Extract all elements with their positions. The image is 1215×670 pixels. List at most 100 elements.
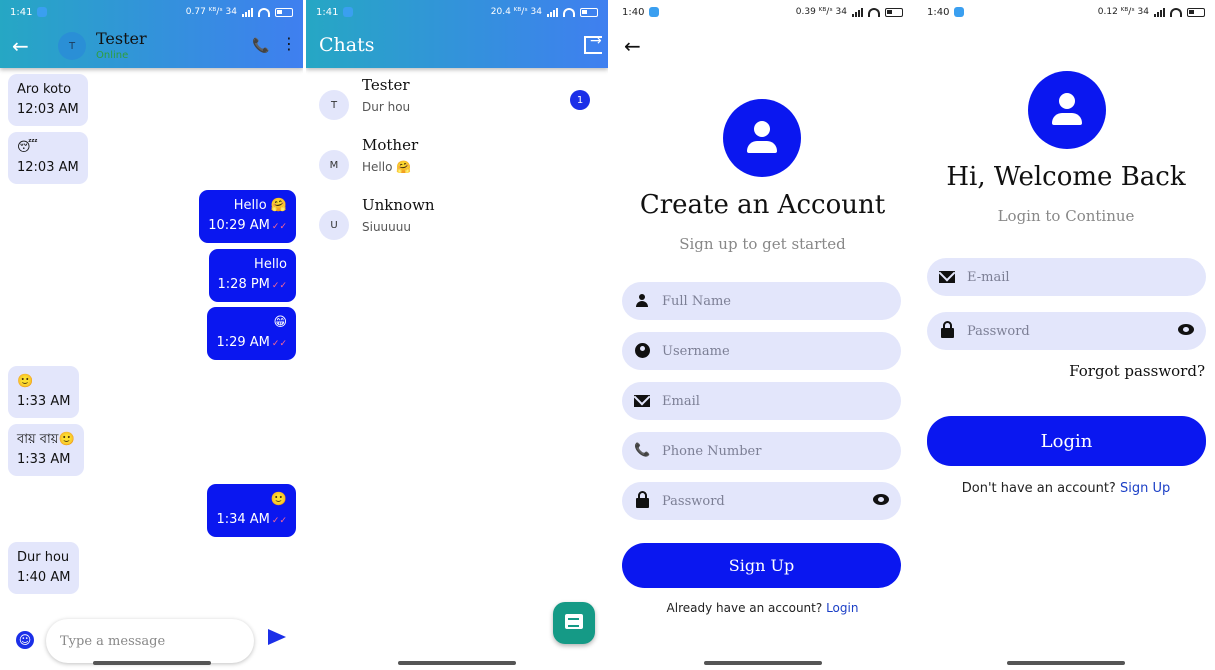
chat-list-item[interactable]: M Mother Hello 🤗 bbox=[306, 136, 608, 194]
contact-status: Online bbox=[96, 50, 129, 61]
page-title: Hi, Welcome Back bbox=[946, 162, 1186, 192]
battery-icon bbox=[1187, 7, 1205, 17]
signal-icon bbox=[852, 7, 863, 17]
signup-prompt: Don't have an account? Sign Up bbox=[917, 481, 1215, 496]
avatar: T bbox=[319, 90, 349, 120]
page-subtitle: Login to Continue bbox=[997, 207, 1135, 225]
gesture-bar bbox=[398, 661, 516, 665]
message-bubble[interactable]: 😁 1:29 AM ✓✓ bbox=[207, 307, 296, 360]
emoji-icon[interactable]: ☺ bbox=[16, 631, 34, 649]
login-link[interactable]: Login bbox=[826, 601, 858, 615]
message-time: 1:33 AM bbox=[17, 452, 71, 467]
network-speed: 20.4 ᴷᴮ/ˢ 34 bbox=[490, 7, 542, 17]
email-field[interactable] bbox=[622, 382, 901, 420]
avatar: M bbox=[319, 150, 349, 180]
message-input[interactable] bbox=[46, 619, 254, 663]
phone-input[interactable] bbox=[662, 432, 862, 470]
full-name-input[interactable] bbox=[662, 282, 862, 320]
message-bubble[interactable]: Hello 🤗 10:29 AM ✓✓ bbox=[199, 190, 296, 243]
message-bubble[interactable]: 😴 12:03 AM bbox=[8, 132, 88, 184]
battery-icon bbox=[275, 7, 293, 17]
gesture-bar bbox=[703, 661, 822, 665]
message-text: Hello 🤗 bbox=[233, 198, 287, 213]
chat-list-item[interactable]: U Unknown Siuuuuu bbox=[306, 196, 608, 254]
username-input[interactable] bbox=[662, 332, 862, 370]
message-bubble[interactable]: Dur hou 1:40 AM bbox=[8, 542, 80, 594]
message-bubble[interactable]: বায় বায়🙂 1:33 AM bbox=[8, 424, 84, 476]
chat-list-item[interactable]: T Tester Dur hou 1 bbox=[306, 76, 608, 134]
wifi-icon bbox=[1170, 7, 1182, 17]
phone-field[interactable]: 📞 bbox=[622, 432, 901, 470]
chat-screen: 1:41 0.77 ᴷᴮ/ˢ 34 ← T Tester Online 📞 ⋮ … bbox=[0, 0, 303, 670]
mail-icon bbox=[634, 393, 650, 409]
wifi-icon bbox=[563, 7, 575, 17]
profile-avatar-icon bbox=[723, 99, 801, 177]
send-icon[interactable] bbox=[268, 629, 286, 645]
message-bubble[interactable]: 🙂 1:34 AM ✓✓ bbox=[207, 484, 296, 537]
phone-icon: 📞 bbox=[634, 443, 651, 458]
message-time: 1:28 PM bbox=[217, 277, 270, 292]
read-ticks-icon: ✓✓ bbox=[271, 281, 287, 291]
status-time: 1:40 bbox=[927, 6, 950, 18]
new-chat-fab-icon[interactable] bbox=[553, 602, 595, 644]
email-field[interactable] bbox=[927, 258, 1206, 296]
gesture-bar bbox=[92, 661, 211, 665]
battery-icon bbox=[580, 7, 598, 17]
message-time: 12:03 AM bbox=[17, 160, 79, 175]
message-text: 🙂 bbox=[17, 374, 34, 389]
message-bubble[interactable]: 🙂 1:33 AM bbox=[8, 366, 80, 418]
status-bar: 1:41 0.77 ᴷᴮ/ˢ 34 bbox=[0, 0, 303, 24]
email-input[interactable] bbox=[967, 258, 1167, 296]
message-time: 1:34 AM bbox=[216, 512, 270, 527]
message-bubble[interactable]: Hello 1:28 PM ✓✓ bbox=[208, 249, 296, 302]
battery-icon bbox=[885, 7, 903, 17]
status-bar: 1:41 20.4 ᴷᴮ/ˢ 34 bbox=[306, 0, 608, 24]
network-speed: 0.12 ᴷᴮ/ˢ 34 bbox=[1097, 7, 1149, 17]
email-input[interactable] bbox=[662, 382, 862, 420]
signup-link[interactable]: Sign Up bbox=[1120, 481, 1170, 496]
message-bubble[interactable]: Aro koto 12:03 AM bbox=[8, 74, 88, 126]
message-time: 10:29 AM bbox=[208, 218, 270, 233]
avatar: U bbox=[319, 210, 349, 240]
full-name-field[interactable] bbox=[622, 282, 901, 320]
person-icon bbox=[634, 293, 650, 309]
wifi-icon bbox=[868, 7, 880, 17]
message-time: 1:33 AM bbox=[17, 394, 71, 409]
signup-screen: 1:40 0.39 ᴷᴮ/ˢ 34 ← Create an Account Si… bbox=[612, 0, 913, 670]
back-arrow-icon[interactable]: ← bbox=[12, 36, 29, 56]
notification-icon bbox=[37, 7, 48, 17]
chats-list-screen: 1:41 20.4 ᴷᴮ/ˢ 34 Chats T Tester Dur hou… bbox=[306, 0, 608, 670]
network-speed: 0.77 ᴷᴮ/ˢ 34 bbox=[185, 7, 237, 17]
status-time: 1:40 bbox=[622, 6, 645, 18]
notification-icon bbox=[954, 7, 965, 17]
password-input[interactable] bbox=[662, 482, 862, 520]
logout-icon[interactable] bbox=[584, 33, 602, 54]
login-button[interactable]: Login bbox=[927, 416, 1206, 466]
status-bar: 1:40 0.12 ᴷᴮ/ˢ 34 bbox=[917, 0, 1215, 24]
message-time: 1:40 AM bbox=[17, 570, 71, 585]
password-field[interactable] bbox=[622, 482, 901, 520]
status-time: 1:41 bbox=[316, 6, 339, 18]
visibility-icon[interactable] bbox=[1178, 324, 1194, 335]
login-screen: 1:40 0.12 ᴷᴮ/ˢ 34 Hi, Welcome Back Login… bbox=[917, 0, 1215, 670]
message-time: 12:03 AM bbox=[17, 102, 79, 117]
signal-icon bbox=[1154, 7, 1165, 17]
mail-icon bbox=[939, 269, 955, 285]
more-vert-icon[interactable]: ⋮ bbox=[281, 36, 297, 52]
password-field[interactable] bbox=[927, 312, 1206, 350]
status-time: 1:41 bbox=[10, 6, 33, 18]
chat-preview: Dur hou bbox=[362, 100, 411, 114]
visibility-icon[interactable] bbox=[873, 494, 889, 505]
password-input[interactable] bbox=[967, 312, 1167, 350]
back-arrow-icon[interactable]: ← bbox=[624, 36, 641, 56]
forgot-password-link[interactable]: Forgot password? bbox=[1069, 362, 1205, 380]
network-speed: 0.39 ᴷᴮ/ˢ 34 bbox=[795, 7, 847, 17]
contact-avatar[interactable]: T bbox=[58, 32, 86, 60]
phone-icon[interactable]: 📞 bbox=[252, 38, 269, 54]
notification-icon bbox=[343, 7, 354, 17]
login-prompt-text: Already have an account? bbox=[666, 601, 823, 615]
username-field[interactable] bbox=[622, 332, 901, 370]
signup-button[interactable]: Sign Up bbox=[622, 543, 901, 588]
signup-prompt-text: Don't have an account? bbox=[961, 481, 1116, 496]
chat-name: Mother bbox=[362, 136, 419, 154]
